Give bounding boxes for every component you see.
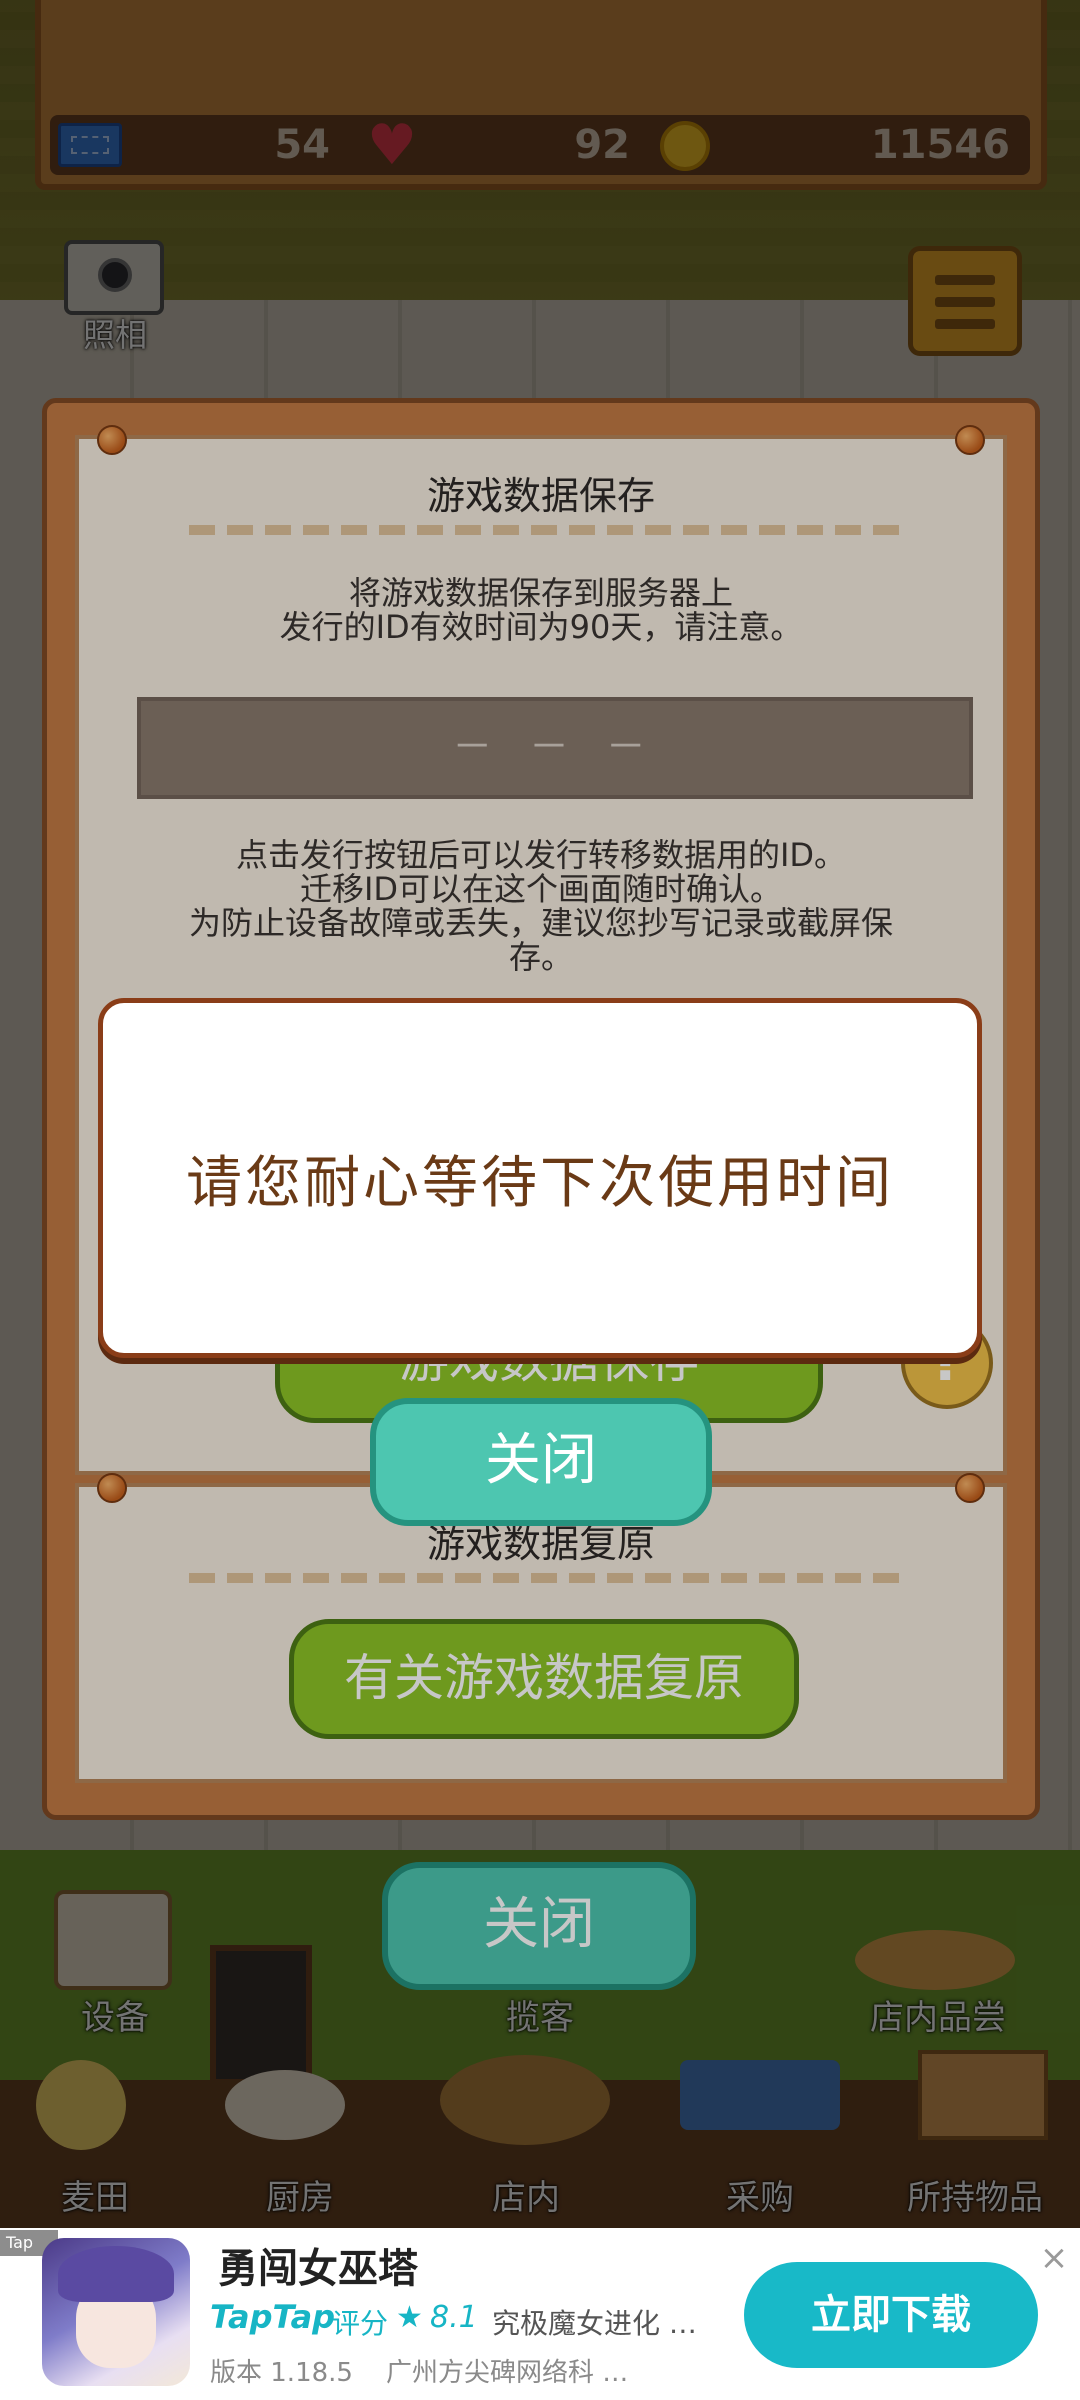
star-icon: ★ xyxy=(396,2300,423,2335)
ad-rating-label: 评分 xyxy=(332,2307,389,2340)
popup-message: 请您耐心等待下次使用时间 xyxy=(186,1150,894,1216)
ad-app-icon[interactable] xyxy=(42,2238,190,2386)
ad-rating: 8.1 xyxy=(430,2300,478,2335)
ad-company: 广州方尖碑网络科 … xyxy=(386,2358,629,2388)
wait-popup: 请您耐心等待下次使用时间 xyxy=(98,998,982,1358)
ad-tagline: 究极魔女进化 … xyxy=(492,2307,697,2340)
popup-close-button[interactable]: 关闭 xyxy=(370,1398,712,1526)
ad-close-icon[interactable]: × xyxy=(1036,2240,1072,2276)
ad-version: 版本 1.18.5 xyxy=(210,2358,353,2388)
ad-title[interactable]: 勇闯女巫塔 xyxy=(218,2236,418,2294)
ad-download-button[interactable]: 立即下载 xyxy=(744,2262,1038,2368)
ad-taptap-label: TapTap xyxy=(210,2298,336,2336)
